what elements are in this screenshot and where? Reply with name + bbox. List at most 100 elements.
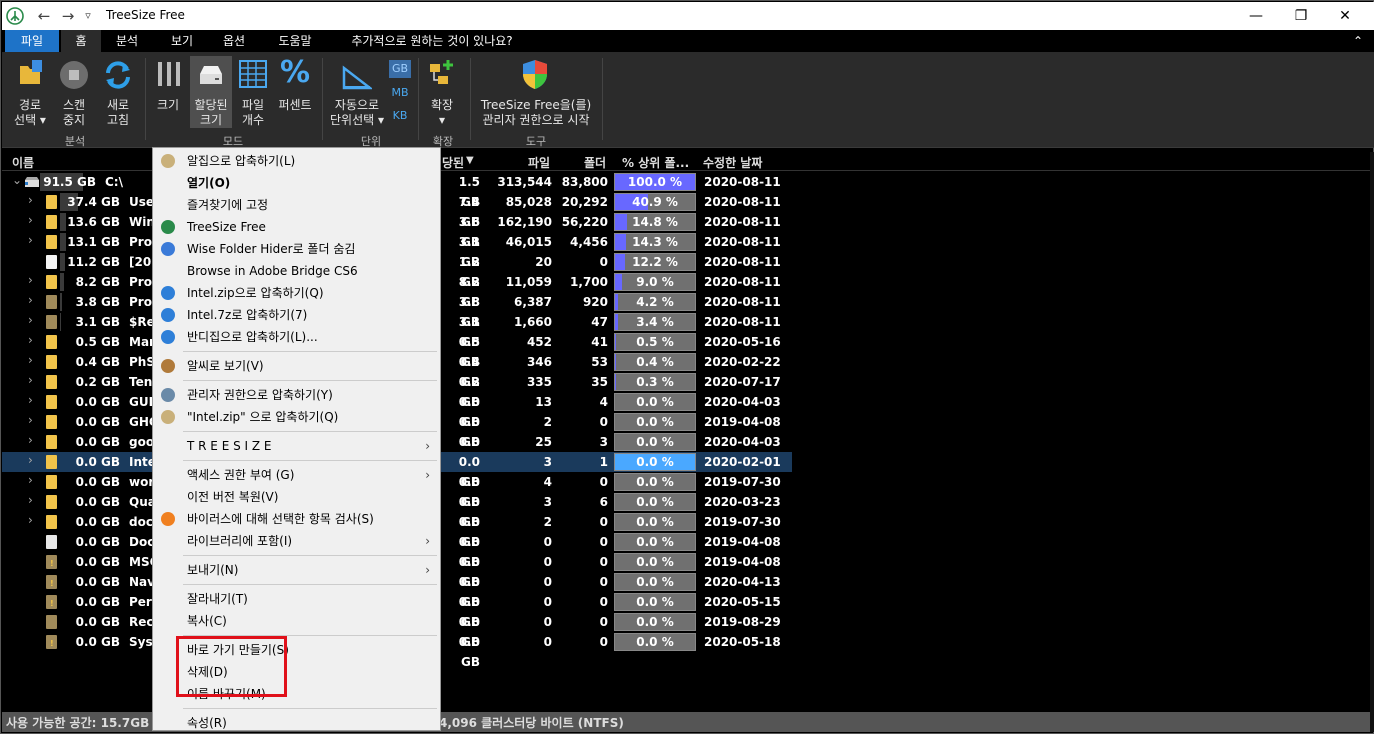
treesize-icon <box>161 220 175 234</box>
col-files[interactable]: 파일 <box>528 154 550 171</box>
menu-item-label: "Intel.zip" 으로 압축하기(Q) <box>187 410 339 424</box>
folders-value: 4 <box>599 395 608 409</box>
size-mode-button[interactable]: 크기 <box>150 56 186 128</box>
run-as-admin-button[interactable]: TreeSize Free을(를) 관리자 권한으로 시작 <box>474 56 598 128</box>
files-value: 0 <box>543 555 552 569</box>
context-menu-item[interactable]: Wise Folder Hider로 폴더 숨김 <box>153 238 440 260</box>
refresh-button[interactable]: 새로 고침 <box>98 56 138 128</box>
warning-icon: ! <box>50 639 54 648</box>
context-menu-item[interactable]: 반디집으로 압축하기(L)... <box>153 326 440 348</box>
context-menu-item[interactable]: 속성(R) <box>153 712 440 734</box>
modified-date: 2019-04-08 <box>704 535 781 549</box>
context-menu-item[interactable]: 잘라내기(T) <box>153 588 440 610</box>
folders-value: 83,800 <box>561 175 608 189</box>
context-menu-item[interactable]: 이전 버전 복원(V) <box>153 486 440 508</box>
percent-button[interactable]: % 퍼센트 <box>274 56 316 128</box>
expand-toggle-icon[interactable]: › <box>28 433 38 447</box>
expand-toggle-icon[interactable]: › <box>28 393 38 407</box>
context-menu-item[interactable]: 알씨로 보기(V) <box>153 355 440 377</box>
close-button[interactable]: ✕ <box>1322 2 1368 30</box>
col-percent[interactable]: % 상위 폴... <box>622 154 689 171</box>
group-label-tools: 도구 <box>525 135 547 148</box>
forward-arrow-icon[interactable]: → <box>58 6 78 26</box>
context-menu-item[interactable]: 복사(C) <box>153 610 440 632</box>
context-menu-item[interactable]: 관리자 권한으로 압축하기(Y) <box>153 384 440 406</box>
bandizip-icon <box>161 330 175 344</box>
expand-toggle-icon[interactable]: › <box>28 233 38 247</box>
context-menu-item[interactable]: 즐겨찾기에 고정 <box>153 194 440 216</box>
context-menu-item[interactable]: 바이러스에 대해 선택한 항목 검사(S) <box>153 508 440 530</box>
percent-value: 0.0 % <box>636 395 674 409</box>
ribbon: 경로 선택 ▾ 스캔 중지 새로 고침 분석 크기 할당된 크기 파일 개수 %… <box>2 52 1374 148</box>
quick-access-dropdown-icon[interactable]: ▿ <box>78 6 98 26</box>
path-select-button[interactable]: 경로 선택 ▾ <box>12 56 48 128</box>
item-name: Pro <box>129 235 152 249</box>
tab-home[interactable]: 홈 <box>61 30 101 52</box>
col-name[interactable]: 이름 <box>12 154 34 171</box>
maximize-button[interactable]: ❐ <box>1278 2 1324 30</box>
scan-stop-button[interactable]: 스캔 중지 <box>54 56 94 128</box>
context-menu-item[interactable]: 열기(O) <box>153 172 440 194</box>
expand-toggle-icon[interactable]: › <box>28 353 38 367</box>
expand-toggle-icon[interactable]: › <box>28 333 38 347</box>
modified-date: 2020-08-11 <box>704 235 781 249</box>
folders-value: 0 <box>599 415 608 429</box>
modified-date: 2019-04-08 <box>704 415 781 429</box>
files-value: 0 <box>543 635 552 649</box>
context-menu-item[interactable]: 보내기(N) › <box>153 559 440 581</box>
context-menu-item[interactable]: TreeSize Free <box>153 216 440 238</box>
folders-value: 6 <box>599 495 608 509</box>
collapse-ribbon-icon[interactable]: ⌃ <box>1348 30 1368 52</box>
unit-mb-button[interactable]: MB <box>389 84 411 102</box>
col-allocated[interactable]: 당된 <box>442 154 464 171</box>
auto-unit-button[interactable]: 자동으로 단위선택 ▾ <box>328 56 386 128</box>
expand-button[interactable]: 확장 ▾ <box>422 56 462 128</box>
menu-item-label: 액세스 권한 부여 (G) <box>187 468 295 482</box>
expand-toggle-icon[interactable]: › <box>28 473 38 487</box>
expand-toggle-icon[interactable]: › <box>28 493 38 507</box>
treesize-app-icon[interactable] <box>6 7 24 25</box>
files-value: 13 <box>535 395 552 409</box>
context-menu-item[interactable]: 액세스 권한 부여 (G) › <box>153 464 440 486</box>
expand-toggle-icon[interactable]: › <box>28 273 38 287</box>
expand-toggle-icon[interactable]: › <box>28 313 38 327</box>
tab-view[interactable]: 보기 <box>160 30 204 52</box>
context-menu-item[interactable]: 라이브러리에 포함(I) › <box>153 530 440 552</box>
alzip-icon <box>161 410 175 424</box>
context-menu-item[interactable]: T R E E S I Z E › <box>153 435 440 457</box>
expand-toggle-icon[interactable]: › <box>28 293 38 307</box>
col-modified[interactable]: 수정한 날짜 <box>703 154 762 171</box>
percent-value: 0.5 % <box>636 335 674 349</box>
minimize-button[interactable]: — <box>1233 2 1279 30</box>
context-menu-item[interactable]: "Intel.zip" 으로 압축하기(Q) <box>153 406 440 428</box>
tab-help[interactable]: 도움말 <box>270 30 320 52</box>
context-menu-item[interactable]: 알집으로 압축하기(L) <box>153 150 440 172</box>
percent-value: 0.0 % <box>636 495 674 509</box>
files-value: 335 <box>526 375 552 389</box>
tab-options[interactable]: 옵션 <box>212 30 256 52</box>
context-menu-item[interactable]: Intel.zip으로 압축하기(Q) <box>153 282 440 304</box>
context-menu-item[interactable]: Browse in Adobe Bridge CS6 <box>153 260 440 282</box>
vertical-scrollbar[interactable] <box>1370 152 1374 732</box>
file-count-button[interactable]: 파일 개수 <box>234 56 272 128</box>
allocated-size-button[interactable]: 할당된 크기 <box>190 56 232 128</box>
expand-toggle-icon[interactable]: › <box>28 213 38 227</box>
expand-toggle-icon[interactable]: › <box>28 413 38 427</box>
context-menu-item[interactable]: Intel.7z로 압축하기(7) <box>153 304 440 326</box>
unit-kb-button[interactable]: KB <box>389 107 411 125</box>
expand-toggle-icon[interactable]: › <box>28 373 38 387</box>
col-folders[interactable]: 폴더 <box>584 154 606 171</box>
expand-toggle-icon[interactable]: ⌄ <box>12 173 22 187</box>
unit-gb-button[interactable]: GB <box>389 60 411 78</box>
expand-toggle-icon[interactable]: › <box>28 513 38 527</box>
size-value: 0.5 GB <box>75 335 120 349</box>
modified-date: 2020-04-03 <box>704 435 781 449</box>
back-arrow-icon[interactable]: ← <box>34 6 54 26</box>
item-name: Ten <box>129 375 153 389</box>
tab-analysis[interactable]: 분석 <box>105 30 149 52</box>
expand-toggle-icon[interactable]: › <box>28 453 38 467</box>
ribbon-separator <box>145 58 146 140</box>
tab-file[interactable]: 파일 <box>5 30 59 52</box>
expand-toggle-icon[interactable]: › <box>28 193 38 207</box>
tell-me-search[interactable]: 추가적으로 원하는 것이 있나요? <box>332 30 532 52</box>
